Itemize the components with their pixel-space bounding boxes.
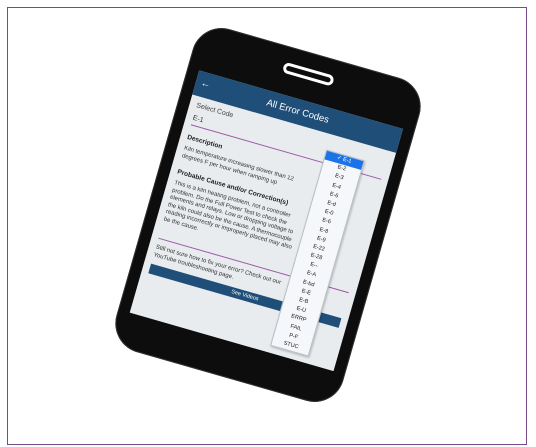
phone-speaker <box>281 61 335 87</box>
selected-code-value: E-1 <box>191 114 205 125</box>
